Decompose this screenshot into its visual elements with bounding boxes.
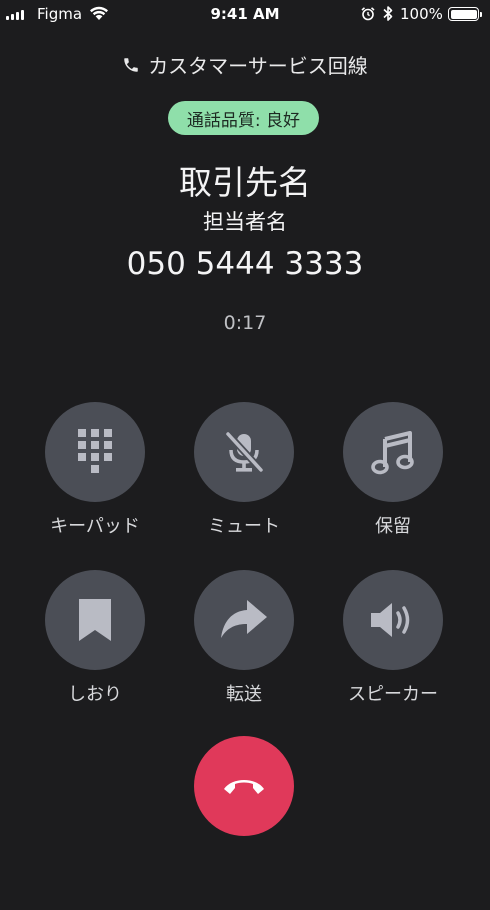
bookmark-icon — [79, 599, 111, 641]
keypad-icon — [78, 429, 112, 473]
keypad-label: キーパッド — [50, 516, 140, 537]
bluetooth-icon — [383, 6, 393, 21]
keypad-button-circle[interactable] — [45, 402, 145, 502]
mic-muted-icon — [225, 431, 264, 473]
forward-button[interactable]: 転送 — [169, 570, 319, 706]
end-call-button[interactable] — [194, 736, 294, 836]
phone-icon — [124, 57, 138, 72]
speaker-button[interactable]: スピーカー — [318, 570, 468, 706]
forward-label: 転送 — [226, 684, 262, 705]
speaker-icon — [371, 603, 410, 637]
bookmark-label: しおり — [68, 684, 122, 705]
battery-percentage: 100% — [400, 5, 443, 23]
bookmark-button[interactable]: しおり — [20, 570, 170, 706]
contact-name: 取引先名 — [179, 163, 311, 202]
hang-up-icon — [224, 780, 264, 794]
speaker-button-circle[interactable] — [343, 570, 443, 670]
person-name: 担当者名 — [203, 210, 287, 234]
phone-number: 050 5444 3333 — [126, 246, 364, 282]
mute-label: ミュート — [208, 516, 280, 537]
call-screen: Figma 9:41 AM 100% カスタマーサービス回線 通話品質: 良好 … — [0, 0, 490, 910]
forward-button-circle[interactable] — [194, 570, 294, 670]
alarm-icon — [361, 7, 375, 21]
keypad-button[interactable]: キーパッド — [20, 402, 170, 538]
speaker-label: スピーカー — [348, 684, 438, 705]
music-note-icon — [371, 431, 414, 475]
call-line-label: カスタマーサービス回線 — [148, 54, 368, 78]
bookmark-button-circle[interactable] — [45, 570, 145, 670]
forward-arrow-icon — [221, 600, 267, 638]
hold-button-circle[interactable] — [343, 402, 443, 502]
call-quality-badge: 通話品質: 良好 — [168, 101, 319, 135]
call-timer: 0:17 — [223, 312, 267, 334]
status-bar: Figma 9:41 AM 100% — [0, 0, 490, 30]
call-line: カスタマーサービス回線 — [0, 50, 490, 79]
hold-button[interactable]: 保留 — [318, 402, 468, 538]
mute-button-circle[interactable] — [194, 402, 294, 502]
battery-icon — [448, 7, 482, 21]
mute-button[interactable]: ミュート — [169, 402, 319, 538]
hold-label: 保留 — [375, 516, 411, 537]
